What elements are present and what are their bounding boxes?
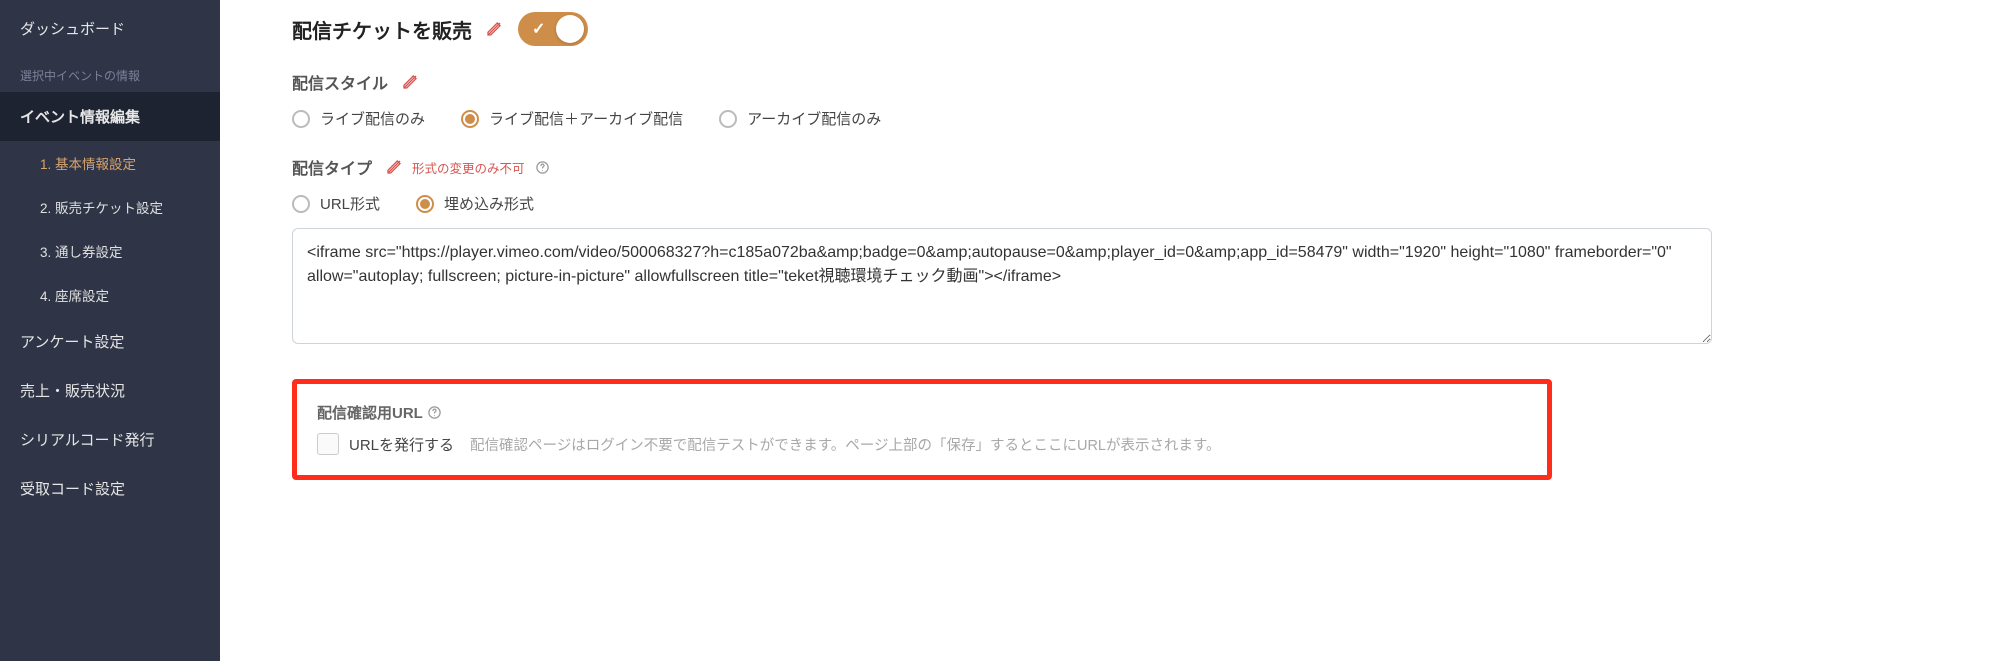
sidebar-item-receipt-code[interactable]: 受取コード設定	[0, 464, 220, 513]
required-icon	[386, 159, 402, 175]
radio-circle	[416, 195, 434, 213]
radio-circle	[292, 195, 310, 213]
issue-url-label: URLを発行する	[349, 434, 454, 455]
required-icon	[402, 74, 418, 90]
sidebar-item-sales[interactable]: 売上・販売状況	[0, 366, 220, 415]
radio-circle	[719, 110, 737, 128]
sell-ticket-toggle[interactable]: ✓	[518, 12, 588, 46]
help-icon[interactable]	[427, 405, 443, 421]
radio-url-format[interactable]: URL形式	[292, 193, 380, 214]
help-icon[interactable]	[535, 159, 551, 175]
stream-type-radio-group: URL形式 埋め込み形式	[292, 193, 1939, 214]
stream-type-label: 配信タイプ	[292, 155, 372, 179]
radio-label: アーカイブ配信のみ	[747, 108, 881, 129]
issue-url-checkbox[interactable]	[317, 433, 339, 455]
radio-live-plus-archive[interactable]: ライブ配信＋アーカイブ配信	[461, 108, 683, 129]
required-icon	[486, 21, 502, 37]
sidebar-item-serial-code[interactable]: シリアルコード発行	[0, 415, 220, 464]
embed-code-textarea[interactable]	[292, 228, 1712, 344]
stream-confirm-url-section: 配信確認用URL URLを発行する 配信確認ページはログイン不要で配信テストがで…	[292, 379, 1552, 480]
radio-circle	[292, 110, 310, 128]
sidebar-section-label: 選択中イベントの情報	[0, 53, 220, 92]
radio-archive-only[interactable]: アーカイブ配信のみ	[719, 108, 881, 129]
check-icon: ✓	[532, 19, 545, 39]
radio-embed-format[interactable]: 埋め込み形式	[416, 193, 534, 214]
sidebar-sub-pass-settings[interactable]: 3. 通し券設定	[0, 229, 220, 273]
radio-label: ライブ配信＋アーカイブ配信	[489, 108, 683, 129]
sidebar-sub-ticket-settings[interactable]: 2. 販売チケット設定	[0, 185, 220, 229]
type-change-note: 形式の変更のみ不可	[412, 158, 525, 177]
toggle-knob	[556, 15, 584, 43]
sidebar-item-dashboard[interactable]: ダッシュボード	[0, 4, 220, 53]
sidebar-item-event-edit[interactable]: イベント情報編集	[0, 92, 220, 141]
sidebar-sub-seat-settings[interactable]: 4. 座席設定	[0, 273, 220, 317]
confirm-url-label: 配信確認用URL	[317, 402, 423, 423]
stream-style-label: 配信スタイル	[292, 70, 388, 94]
sell-streaming-ticket-title: 配信チケットを販売	[292, 15, 472, 44]
radio-label: ライブ配信のみ	[320, 108, 425, 129]
main-content: 配信チケットを販売 ✓ 配信スタイル ライブ配信のみ ライブ配信＋アーカ	[220, 0, 1999, 661]
radio-label: URL形式	[320, 193, 380, 214]
radio-label: 埋め込み形式	[444, 193, 534, 214]
sidebar: ダッシュボード 選択中イベントの情報 イベント情報編集 1. 基本情報設定 2.…	[0, 0, 220, 661]
radio-circle	[461, 110, 479, 128]
issue-url-description: 配信確認ページはログイン不要で配信テストができます。ページ上部の「保存」するとこ…	[470, 434, 1221, 455]
sidebar-item-survey[interactable]: アンケート設定	[0, 317, 220, 366]
stream-style-radio-group: ライブ配信のみ ライブ配信＋アーカイブ配信 アーカイブ配信のみ	[292, 108, 1939, 129]
radio-live-only[interactable]: ライブ配信のみ	[292, 108, 425, 129]
sidebar-sub-basic-info[interactable]: 1. 基本情報設定	[0, 141, 220, 185]
